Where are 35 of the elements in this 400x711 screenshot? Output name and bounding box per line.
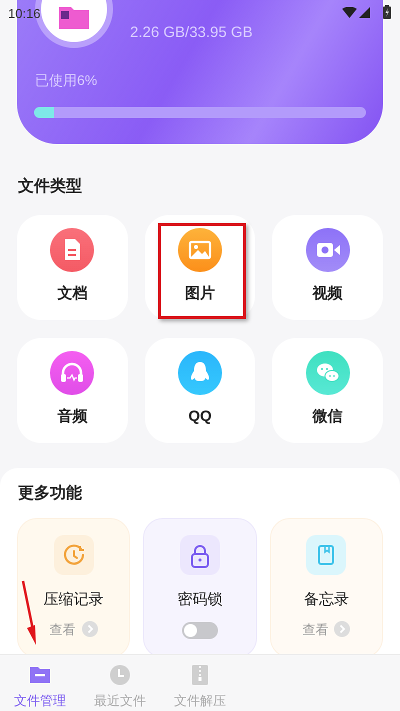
feature-label: 压缩记录 xyxy=(44,590,104,610)
video-camera-icon xyxy=(306,228,350,272)
feature-label: 备忘录 xyxy=(304,590,349,610)
battery-icon xyxy=(383,5,391,19)
notebook-icon xyxy=(306,535,346,575)
headphones-icon xyxy=(50,351,94,395)
document-icon xyxy=(50,228,94,272)
storage-used-label: 已使用6% xyxy=(35,71,98,90)
chevron-icon xyxy=(334,621,350,638)
file-type-label: 视频 xyxy=(312,284,343,304)
clock-icon xyxy=(108,663,132,687)
signal-icon xyxy=(359,7,370,18)
nav-tab[interactable]: 文件管理 xyxy=(0,655,80,711)
image-icon xyxy=(178,228,222,272)
wifi-icon xyxy=(342,7,357,18)
penguin-icon xyxy=(178,351,222,395)
file-type-label: 图片 xyxy=(184,284,215,304)
file-type-card[interactable]: 文档 xyxy=(17,215,128,320)
lock-icon xyxy=(180,535,220,575)
file-type-label: QQ xyxy=(188,407,212,427)
file-type-card[interactable]: 音频 xyxy=(17,338,128,443)
file-type-label: 文档 xyxy=(57,284,88,304)
file-type-label: 微信 xyxy=(312,407,343,427)
chat-bubbles-icon xyxy=(306,351,350,395)
section-title: 文件类型 xyxy=(18,176,82,197)
file-type-card[interactable]: 视频 xyxy=(272,215,383,320)
file-type-card[interactable]: 图片 xyxy=(144,215,256,320)
file-type-card[interactable]: QQ xyxy=(144,338,256,443)
storage-size: 2.26 GB/33.95 GB xyxy=(130,23,253,43)
chevron-icon xyxy=(82,621,98,638)
section-title: 更多功能 xyxy=(18,484,82,504)
file-type-card[interactable]: 微信 xyxy=(272,338,383,443)
toggle-switch[interactable] xyxy=(182,622,218,638)
file-type-label: 音频 xyxy=(57,407,88,427)
feature-label: 密码锁 xyxy=(177,590,222,610)
